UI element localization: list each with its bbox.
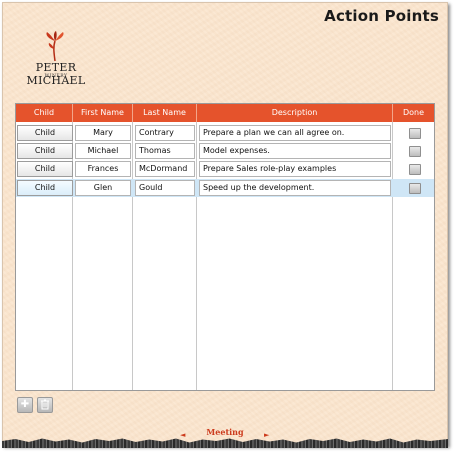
last-name-field[interactable]: McDormand — [135, 161, 195, 177]
action-points-grid: Child First Name Last Name Description D… — [15, 103, 435, 391]
table-row[interactable]: Child Michael Thomas Model expenses. — [16, 142, 434, 160]
first-name-field[interactable]: Glen — [75, 180, 131, 196]
add-icon: ✚ — [20, 399, 30, 410]
description-field[interactable]: Speed up the development. — [199, 180, 391, 196]
logo-subtitle: WINERY — [44, 74, 68, 79]
done-checkbox[interactable] — [409, 183, 421, 194]
add-row-button[interactable]: ✚ — [17, 397, 33, 413]
delete-row-button[interactable] — [37, 397, 53, 413]
trash-icon — [41, 399, 49, 410]
column-header-description[interactable]: Description — [197, 104, 393, 122]
done-checkbox[interactable] — [409, 128, 421, 139]
grid-header: Child First Name Last Name Description D… — [16, 104, 434, 122]
prev-arrow-icon[interactable]: ◄ — [180, 431, 185, 439]
last-name-field[interactable]: Thomas — [135, 143, 195, 159]
column-header-first-name[interactable]: First Name — [73, 104, 133, 122]
first-name-field[interactable]: Frances — [75, 161, 131, 177]
last-name-field[interactable]: Contrary — [135, 125, 195, 141]
done-checkbox[interactable] — [409, 146, 421, 157]
table-row-selected[interactable]: Child Glen Gould Speed up the developmen… — [16, 179, 434, 197]
winery-logo: PETER MICHAEL WINERY — [11, 31, 101, 87]
app-frame: Action Points PETER MICHAEL WINERY Child… — [2, 2, 448, 446]
child-button[interactable]: Child — [17, 143, 73, 159]
done-checkbox[interactable] — [409, 164, 421, 175]
last-name-field[interactable]: Gould — [135, 180, 195, 196]
page-title: Action Points — [324, 7, 439, 25]
child-button[interactable]: Child — [17, 125, 73, 141]
first-name-field[interactable]: Mary — [75, 125, 131, 141]
description-field[interactable]: Prepare Sales role-play examples — [199, 161, 391, 177]
description-field[interactable]: Prepare a plan we can all agree on. — [199, 125, 391, 141]
child-button[interactable]: Child — [17, 180, 73, 196]
table-row[interactable]: Child Mary Contrary Prepare a plan we ca… — [16, 124, 434, 142]
meeting-link[interactable]: Meeting — [190, 427, 260, 437]
column-header-done[interactable]: Done — [393, 104, 434, 122]
column-header-child[interactable]: Child — [16, 104, 73, 122]
flower-logo-icon — [46, 31, 64, 62]
table-row[interactable]: Child Frances McDormand Prepare Sales ro… — [16, 160, 434, 178]
child-button[interactable]: Child — [17, 161, 73, 177]
column-header-last-name[interactable]: Last Name — [133, 104, 197, 122]
description-field[interactable]: Model expenses. — [199, 143, 391, 159]
next-arrow-icon[interactable]: ► — [264, 431, 269, 439]
first-name-field[interactable]: Michael — [75, 143, 131, 159]
